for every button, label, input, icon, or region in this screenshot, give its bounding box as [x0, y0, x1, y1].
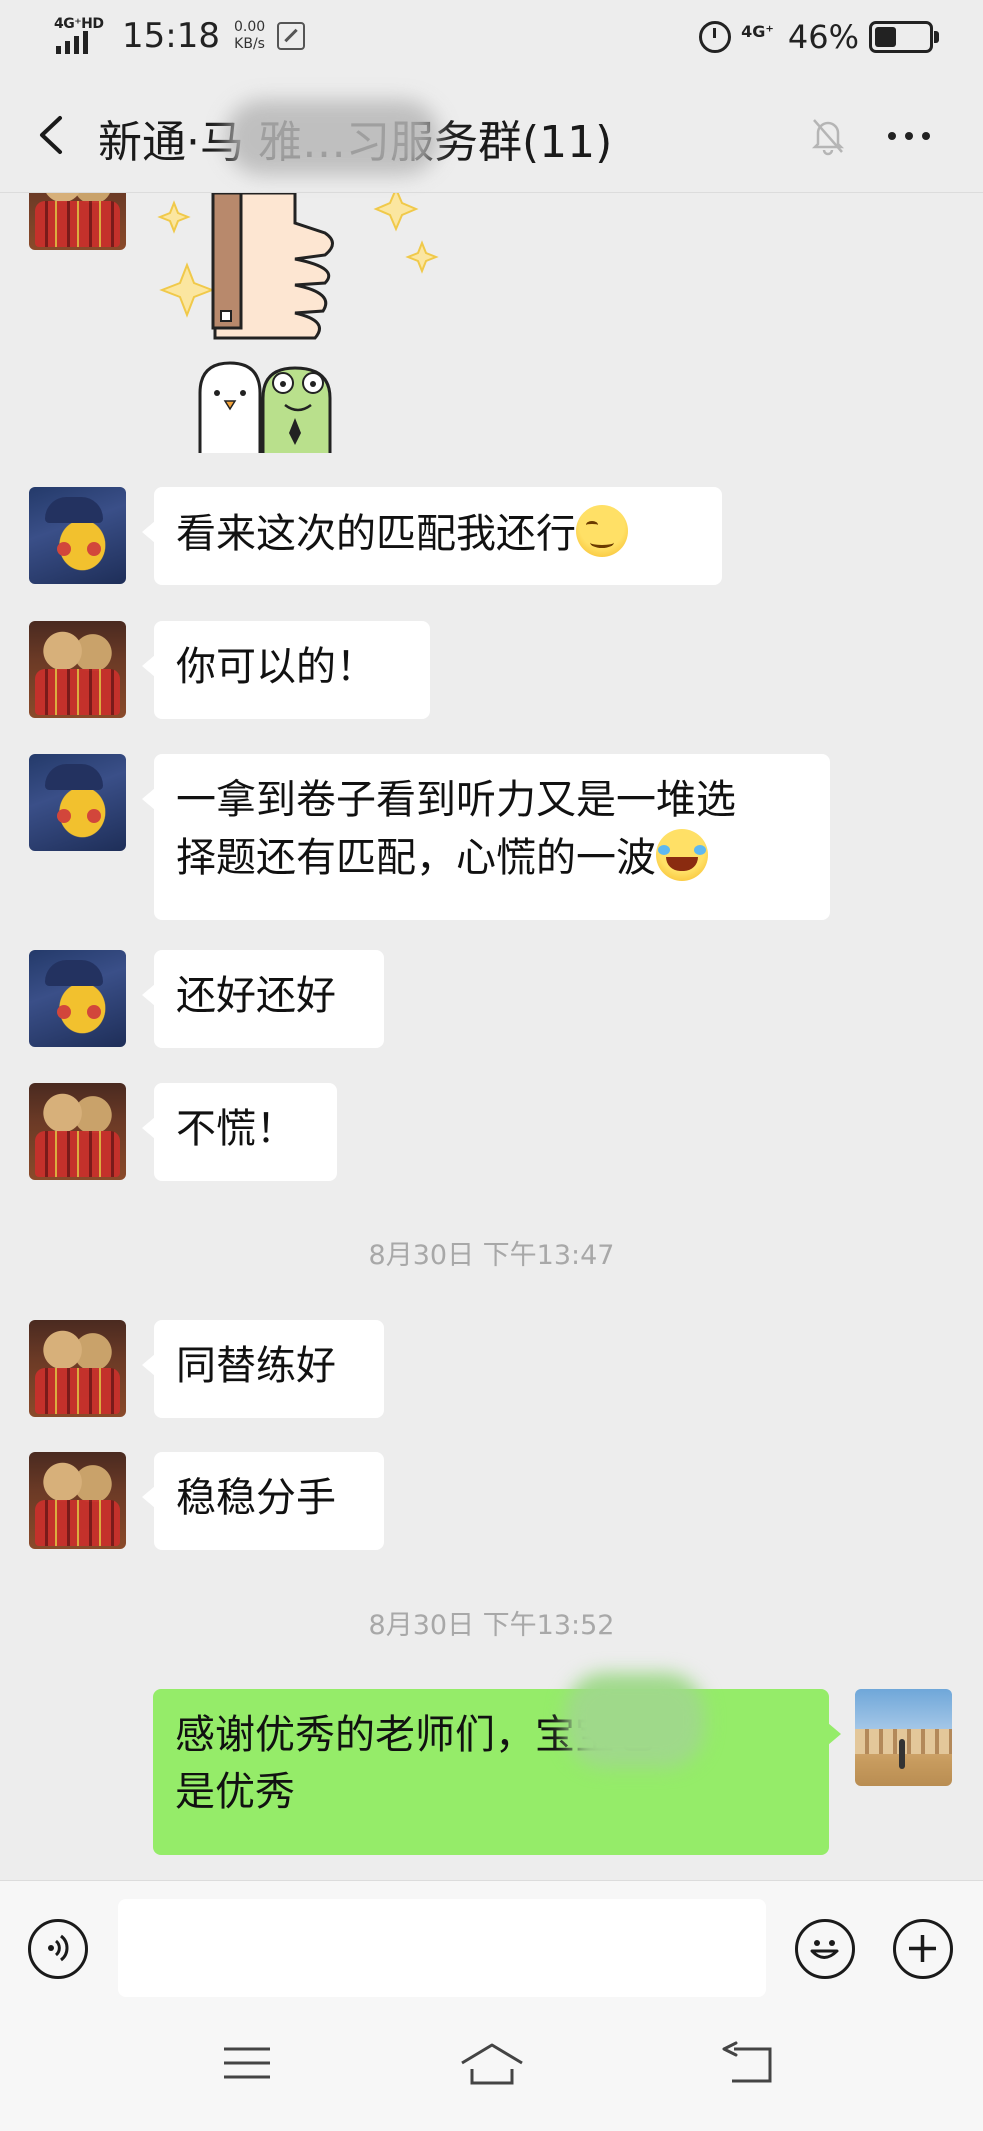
message-input[interactable] — [118, 1899, 766, 1997]
avatar-pikachu[interactable] — [29, 950, 126, 1047]
smirk-emoji-icon — [576, 505, 628, 557]
notification-icon — [277, 22, 306, 50]
battery-icon — [869, 21, 939, 53]
message-bubble[interactable]: 还好还好 — [142, 950, 384, 1048]
chat-header: 新通·马 雅…习服务群(11) — [0, 80, 983, 193]
title-redaction — [225, 100, 440, 175]
voice-icon[interactable] — [28, 1919, 88, 1979]
message-timestamp: 8月30日 下午13:47 — [368, 1240, 615, 1271]
avatar-dog[interactable] — [29, 1320, 126, 1417]
network-type: 4G⁺HD — [54, 16, 104, 32]
alarm-icon — [699, 21, 732, 53]
avatar-dog[interactable] — [29, 1083, 126, 1180]
network-speed: 0.00 KB/s — [233, 19, 266, 52]
message-bubble[interactable]: 同替练好 — [142, 1320, 384, 1418]
message-text-line: 感谢优秀的老师们，宝宝也 — [175, 1712, 655, 1758]
message-bubble[interactable]: 稳稳分手 — [142, 1452, 384, 1550]
message-text: 不慌！ — [176, 1106, 296, 1152]
thumbs-up-sticker[interactable] — [155, 193, 455, 453]
signal-icon: 4G⁺HD — [52, 14, 106, 58]
message-text: 还好还好 — [176, 973, 336, 1019]
network-type-2: 4G⁺ — [741, 21, 774, 41]
battery-percent: 46% — [787, 18, 859, 56]
plus-icon[interactable] — [893, 1919, 953, 1979]
message-text-line: 是优秀 — [175, 1769, 295, 1815]
message-bubble[interactable]: 你可以的！ — [142, 621, 430, 719]
my-message-bubble[interactable]: 感谢优秀的老师们，宝宝也 是优秀 — [153, 1689, 841, 1855]
avatar-me[interactable] — [855, 1689, 952, 1786]
message-text-line: 择题还有匹配，心慌的一波 — [176, 835, 656, 881]
laugh-cry-emoji-icon — [656, 829, 708, 881]
emoji-icon[interactable] — [795, 1919, 855, 1979]
message-text: 你可以的！ — [176, 644, 376, 690]
back-arrow-icon[interactable] — [30, 110, 80, 160]
more-options-icon[interactable] — [888, 132, 930, 140]
avatar-dog[interactable] — [29, 1452, 126, 1549]
avatar-pikachu[interactable] — [29, 487, 126, 584]
avatar-dog[interactable] — [29, 193, 126, 250]
message-bubble[interactable]: 看来这次的匹配我还行 — [142, 487, 722, 585]
status-time: 15:18 — [122, 16, 220, 56]
avatar-pikachu[interactable] — [29, 754, 126, 851]
message-timestamp: 8月30日 下午13:52 — [368, 1610, 615, 1641]
home-icon[interactable] — [458, 2041, 526, 2087]
message-bubble[interactable]: 不慌！ — [142, 1083, 337, 1181]
input-bar — [0, 1880, 983, 2001]
message-text: 稳稳分手 — [176, 1475, 336, 1521]
status-bar: 4G⁺HD 15:18 0.00 KB/s 4G⁺ 46% — [0, 0, 983, 80]
mute-bell-icon — [811, 119, 845, 156]
menu-icon[interactable] — [222, 2043, 272, 2083]
system-navigation-bar — [0, 2001, 983, 2131]
message-text: 看来这次的匹配我还行 — [176, 511, 576, 557]
avatar-dog[interactable] — [29, 621, 126, 718]
back-icon[interactable] — [722, 2041, 774, 2087]
message-bubble[interactable]: 一拿到卷子看到听力又是一堆选 择题还有匹配，心慌的一波 — [142, 754, 830, 920]
message-text: 同替练好 — [176, 1343, 336, 1389]
name-redaction — [565, 1673, 705, 1768]
message-list: 看来这次的匹配我还行 你可以的！ 一拿到卷子看到听力又是一堆选 择题还有匹配，心… — [0, 193, 983, 1879]
message-text-line: 一拿到卷子看到听力又是一堆选 — [176, 777, 736, 823]
